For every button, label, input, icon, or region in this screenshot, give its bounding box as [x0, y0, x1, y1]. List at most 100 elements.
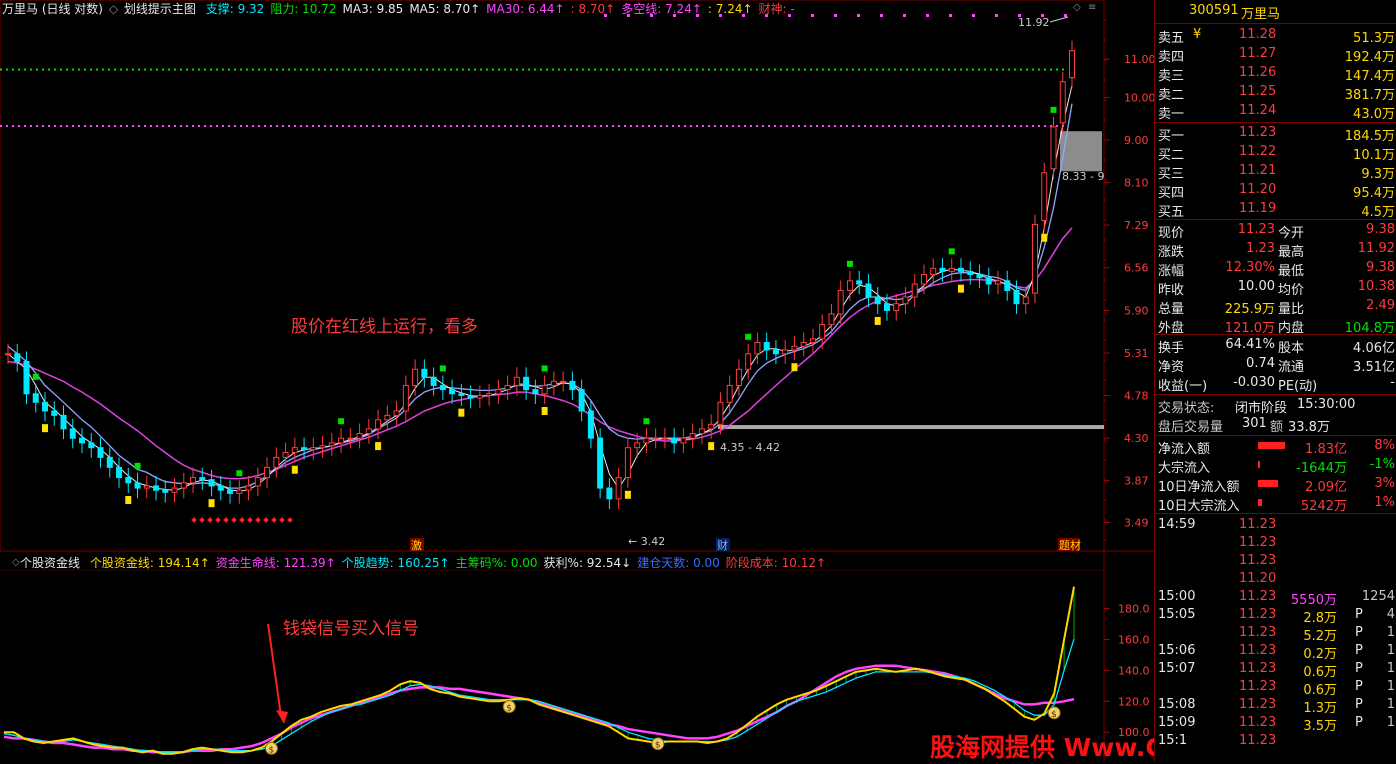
tick-row: 15:00 11.23 5550万 1254 [1155, 588, 1396, 608]
money-bag-symbol: $ [655, 741, 661, 751]
candle-body [652, 437, 659, 440]
y-tick-label: 3.87 [1124, 475, 1149, 488]
tick-flag: P [1355, 679, 1363, 694]
signal-dot [926, 14, 929, 17]
candle-body [88, 442, 95, 449]
sub-chart-title[interactable]: 个股资金线 [20, 556, 80, 570]
tick-flag: P [1355, 625, 1363, 640]
candle-body [208, 479, 215, 487]
signal-diamond [263, 517, 269, 523]
quote-value: 225.9万 [1224, 302, 1275, 317]
signal-diamond [199, 517, 205, 523]
candle-body [911, 283, 918, 298]
tick-count: 1 [1386, 625, 1395, 640]
ask-price: 11.25 [1239, 84, 1277, 99]
candle-body [920, 274, 927, 285]
candle-body [384, 414, 391, 421]
stock-code: 300591 [1189, 3, 1239, 18]
flow-pct: 3% [1374, 476, 1395, 491]
candle-body [106, 456, 113, 468]
main-chart[interactable]: ◇ ≡ ◇ 11.00 10.00 9.00 8.10 7.29 6.56 5.90 5.31… [0, 0, 1154, 762]
candle-body [597, 437, 604, 489]
quote-panel: 300591 万里马 卖五 ¥11.28 51.3万 卖四 11.27 192.4万 卖三 1… [1154, 0, 1396, 762]
signal-marker [291, 465, 298, 474]
candle-body [874, 296, 881, 305]
quote-value: 2.49 [1366, 298, 1395, 313]
menu-icon[interactable]: ≡ [1088, 2, 1096, 13]
candle-body [615, 477, 622, 500]
flow-value: -1644万 [1296, 461, 1347, 476]
indicator-name[interactable]: 划线提示主图 [124, 2, 196, 16]
signal-diamond [231, 517, 237, 523]
low-label: ← 3.42 [628, 535, 665, 548]
quote-value: 9.38 [1366, 260, 1395, 275]
money-bag-symbol: $ [1051, 710, 1057, 720]
stat-row: 收益(一) -0.030 PE(动) - [1155, 374, 1396, 394]
tick-price: 11.23 [1239, 607, 1277, 622]
indicator-values: 支撑: 9.32 阻力: 10.72 MA3: 9.85 MA5: 8.70↑ MA30… [200, 2, 795, 16]
ask-row: 卖四 11.27 192.4万 [1155, 45, 1396, 65]
chart-area[interactable]: ◇ ≡ ◇ 11.00 10.00 9.00 8.10 7.29 6.56 5.90 5.31… [0, 0, 1347, 762]
stat-label: 换手 [1158, 341, 1185, 356]
sub-indicator-value: 获利%: 92.54↓ [543, 556, 632, 570]
candle-body [893, 303, 900, 311]
signal-marker [541, 365, 548, 372]
stat-row: 换手 64.41% 股本 4.06亿 [1155, 336, 1396, 356]
bid-label: 买五 [1158, 205, 1185, 220]
bid-label: 买三 [1158, 167, 1185, 182]
candle-body [227, 489, 234, 494]
quote-value: 10.00 [1237, 279, 1275, 294]
signal-dot [857, 14, 860, 17]
ask-row: 卖一 11.24 43.0万 [1155, 102, 1396, 122]
tick-count: 4 [1386, 607, 1395, 622]
tag-label: 激 [411, 538, 422, 552]
tick-flag: P [1355, 715, 1363, 730]
flow-label: 10日净流入额 [1158, 480, 1240, 495]
high-pointer [1049, 16, 1069, 23]
signal-dot [949, 14, 952, 17]
signal-diamond [279, 517, 285, 523]
y-tick-label: 11.00 [1124, 53, 1154, 66]
signal-marker [125, 496, 132, 505]
bid-row: 买三 11.21 9.3万 [1155, 162, 1396, 182]
fund-line [4, 586, 1075, 755]
signal-marker [42, 424, 49, 433]
y-tick-label: 160.0 [1118, 633, 1150, 646]
stat-value: 4.06亿 [1353, 341, 1395, 356]
range-bar [718, 425, 1104, 430]
sub-diamond-icon[interactable]: ◇ [12, 557, 20, 568]
collapse-icon[interactable]: ◇ [109, 2, 118, 16]
stat-label: 流通 [1278, 360, 1305, 375]
range-label: 4.35 - 4.42 [720, 441, 780, 454]
y-tick-label: 4.30 [1124, 432, 1149, 445]
candle-body [301, 447, 308, 451]
signal-marker [957, 284, 964, 293]
candle-body [587, 410, 594, 439]
candle-body [902, 296, 909, 305]
candle-body [791, 345, 798, 351]
candle-body [976, 274, 983, 279]
signal-dot [834, 14, 837, 17]
signal-marker [236, 470, 243, 477]
candle-body [717, 401, 724, 425]
arrow-line [267, 623, 282, 717]
flow-row: 大宗流入 -1644万 -1% [1155, 456, 1396, 476]
quote-row: 涨跌 1.23 最高 11.92 [1155, 240, 1396, 260]
candle-body [23, 360, 30, 395]
signal-marker [338, 418, 345, 425]
indicator-value: 阻力: 10.72 [270, 2, 337, 16]
bid-row: 买二 11.22 10.1万 [1155, 143, 1396, 163]
flow-label: 净流入额 [1158, 442, 1211, 457]
candle-body [273, 456, 280, 468]
tick-price: 11.23 [1239, 517, 1277, 532]
signal-marker [745, 333, 752, 340]
signal-marker [458, 408, 465, 417]
signal-diamond [255, 517, 261, 523]
status-label: 交易状态: [1158, 401, 1215, 416]
quote-value: 11.23 [1237, 222, 1275, 237]
flow-row: 净流入额 1.83亿 8% [1155, 437, 1396, 457]
ask-price: 11.28 [1239, 27, 1277, 42]
signal-diamond [207, 517, 213, 523]
tick-row: 15:08 11.23 1.3万 P 1 [1155, 696, 1396, 716]
diamond-icon[interactable]: ◇ [1073, 2, 1081, 13]
